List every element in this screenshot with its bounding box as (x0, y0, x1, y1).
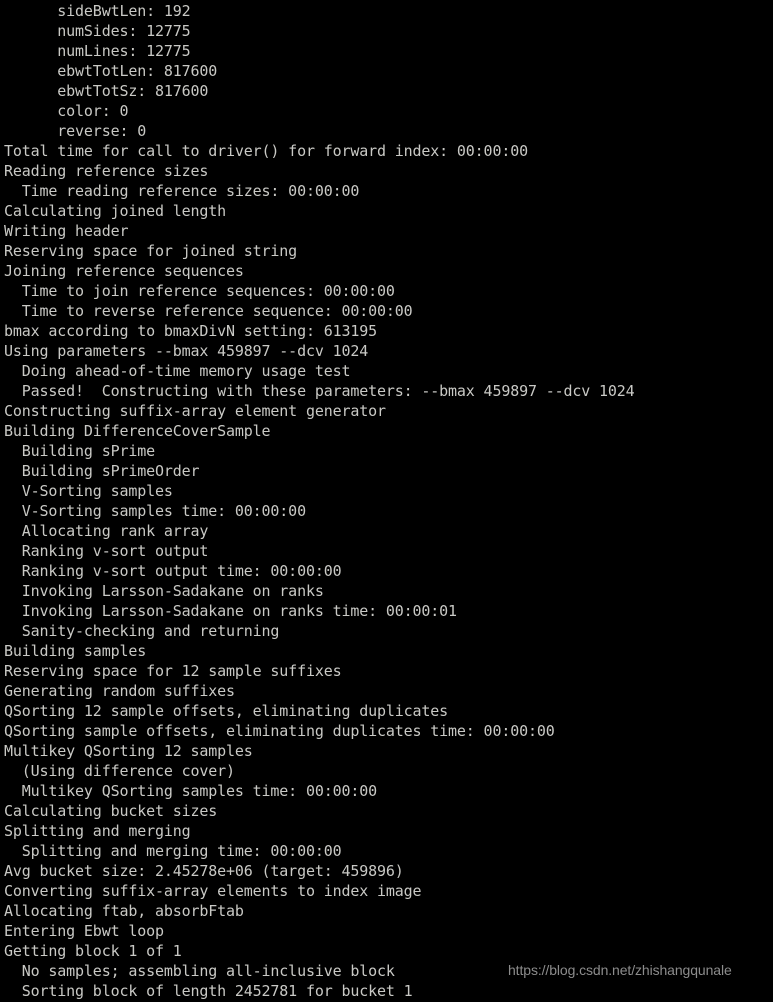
console-line: Constructing suffix-array element genera… (4, 402, 386, 420)
console-line: Calculating joined length (4, 202, 227, 220)
console-line: QSorting 12 sample offsets, eliminating … (4, 702, 449, 720)
console-line: Sanity-checking and returning (4, 622, 280, 640)
console-line: Calculating bucket sizes (4, 802, 218, 820)
console-line: Invoking Larsson-Sadakane on ranks (4, 582, 324, 600)
console-line: Time to join reference sequences: 00:00:… (4, 282, 395, 300)
console-line: reverse: 0 (4, 122, 147, 140)
console-line: Building DifferenceCoverSample (4, 422, 271, 440)
console-line: Ranking v-sort output time: 00:00:00 (4, 562, 342, 580)
console-line: Passed! Constructing with these paramete… (4, 382, 635, 400)
console-line: Building sPrimeOrder (4, 462, 200, 480)
console-line: QSorting sample offsets, eliminating dup… (4, 722, 555, 740)
console-line: (Using difference cover) (4, 762, 235, 780)
console-line: Avg bucket size: 2.45278e+06 (target: 45… (4, 862, 404, 880)
console-line: Invoking Larsson-Sadakane on ranks time:… (4, 602, 457, 620)
console-line: Doing ahead-of-time memory usage test (4, 362, 351, 380)
console-line: Multikey QSorting samples time: 00:00:00 (4, 782, 377, 800)
console-line: color: 0 (4, 102, 129, 120)
console-line: Entering Ebwt loop (4, 922, 164, 940)
console-line: Sorting block of length 2452781 for buck… (4, 982, 413, 1000)
console-line: Allocating rank array (4, 522, 209, 540)
console-line: Getting block 1 of 1 (4, 942, 182, 960)
console-output: sideBwtLen: 192 numSides: 12775 numLines… (4, 1, 635, 1001)
console-line: Multikey QSorting 12 samples (4, 742, 253, 760)
console-line: Building sPrime (4, 442, 155, 460)
console-line: Splitting and merging time: 00:00:00 (4, 842, 342, 860)
console-line: numSides: 12775 (4, 22, 191, 40)
console-line: bmax according to bmaxDivN setting: 6131… (4, 322, 377, 340)
console-line: Writing header (4, 222, 129, 240)
console-line: Time to reverse reference sequence: 00:0… (4, 302, 413, 320)
console-line: Reading reference sizes (4, 162, 209, 180)
console-line: Allocating ftab, absorbFtab (4, 902, 244, 920)
console-line: Time reading reference sizes: 00:00:00 (4, 182, 360, 200)
console-line: Converting suffix-array elements to inde… (4, 882, 422, 900)
watermark-url: https://blog.csdn.net/zhishangqunale (508, 962, 732, 978)
console-line: Reserving space for 12 sample suffixes (4, 662, 342, 680)
console-line: ebwtTotSz: 817600 (4, 82, 209, 100)
console-line: Ranking v-sort output (4, 542, 209, 560)
console-line: Splitting and merging (4, 822, 191, 840)
console-line: Reserving space for joined string (4, 242, 298, 260)
console-line: Using parameters --bmax 459897 --dcv 102… (4, 342, 369, 360)
console-line: V-Sorting samples (4, 482, 173, 500)
console-line: Total time for call to driver() for forw… (4, 142, 528, 160)
console-line: ebwtTotLen: 817600 (4, 62, 218, 80)
console-line: numLines: 12775 (4, 42, 191, 60)
console-line: Building samples (4, 642, 147, 660)
console-line: V-Sorting samples time: 00:00:00 (4, 502, 306, 520)
console-line: Generating random suffixes (4, 682, 235, 700)
terminal-window[interactable]: sideBwtLen: 192 numSides: 12775 numLines… (0, 0, 773, 1002)
console-line: sideBwtLen: 192 (4, 2, 191, 20)
console-line: Joining reference sequences (4, 262, 244, 280)
